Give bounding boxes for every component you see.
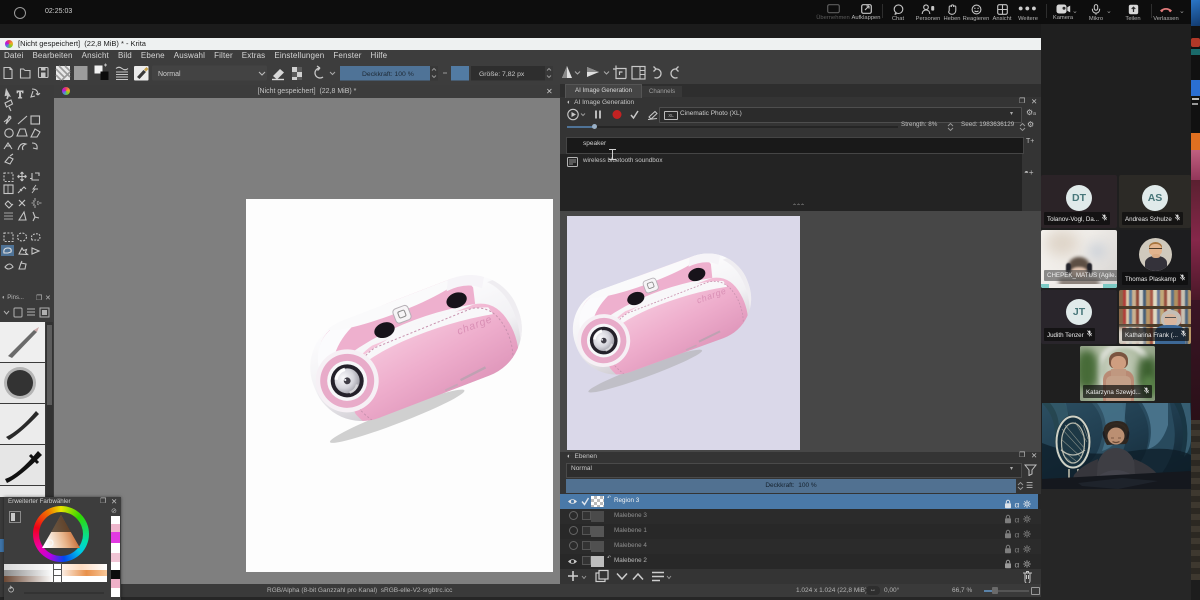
svg-text:Normal: Normal: [158, 71, 181, 78]
svg-text:α: α: [1015, 500, 1020, 510]
svg-text:α: α: [1015, 530, 1020, 540]
svg-text:α: α: [1015, 545, 1020, 555]
svg-text:T: T: [17, 90, 23, 101]
svg-text:α: α: [1015, 515, 1020, 525]
svg-text:Deckkraft: 100 %: Deckkraft: 100 %: [362, 71, 414, 78]
svg-text:Größe: 7,82 px: Größe: 7,82 px: [479, 71, 525, 78]
svg-text:α: α: [1015, 560, 1020, 570]
